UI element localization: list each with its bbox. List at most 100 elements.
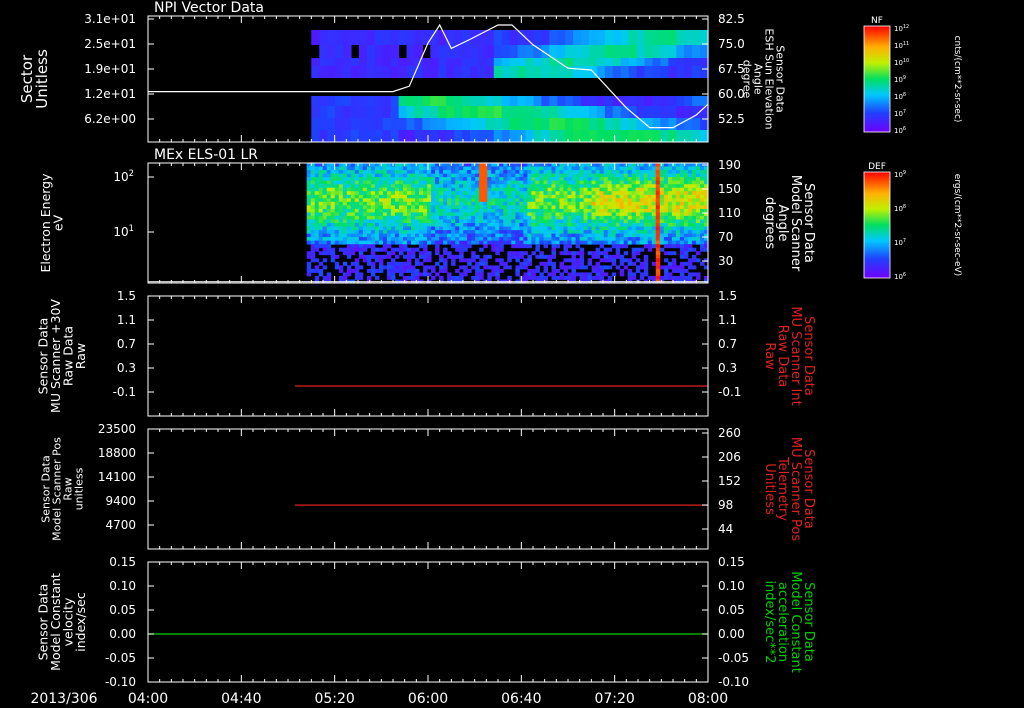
- heat-cell: [687, 244, 693, 249]
- heat-cell: [435, 240, 440, 245]
- heat-cell: [559, 163, 564, 167]
- heat-cell: [310, 215, 316, 220]
- heat-cell: [543, 275, 548, 280]
- heat-cell: [471, 233, 476, 238]
- heat-cell: [322, 226, 328, 231]
- heat-cell: [334, 173, 340, 178]
- heat-cell: [422, 96, 431, 106]
- heat-cell: [403, 184, 408, 189]
- heat-cell: [370, 223, 376, 227]
- heat-cell: [362, 247, 368, 252]
- heat-cell: [583, 180, 589, 185]
- heat-cell: [623, 208, 629, 213]
- heat-cell: [419, 223, 424, 227]
- heat-cell: [519, 212, 524, 217]
- heat-cell: [575, 244, 581, 249]
- heat-cell: [386, 261, 392, 266]
- heat-cell: [483, 166, 488, 171]
- heat-cell: [485, 58, 495, 66]
- heat-cell: [619, 237, 625, 242]
- heat-cell: [338, 265, 344, 270]
- heat-cell: [326, 244, 332, 249]
- heat-cell: [451, 166, 456, 171]
- heat-cell: [679, 268, 685, 273]
- heat-cell: [571, 191, 576, 196]
- heat-cell: [583, 215, 589, 220]
- heat-cell: [587, 272, 593, 277]
- heat-cell: [679, 163, 685, 167]
- heat-cell: [503, 201, 508, 206]
- heat-cell: [607, 212, 613, 217]
- heat-cell: [423, 208, 428, 213]
- heat-cell: [675, 198, 681, 203]
- heat-cell: [627, 177, 633, 182]
- heat-cell: [607, 191, 613, 196]
- heat-cell: [527, 208, 532, 213]
- heat-cell: [607, 223, 613, 227]
- heat-cell: [567, 166, 572, 171]
- heat-cell: [691, 208, 697, 213]
- heat-cell: [559, 201, 564, 206]
- heat-cell: [459, 201, 464, 206]
- heat-cell: [334, 237, 340, 242]
- heat-cell: [310, 177, 316, 182]
- heat-cell: [651, 184, 657, 189]
- heat-cell: [358, 233, 364, 238]
- heat-cell: [551, 230, 556, 235]
- heat-cell: [386, 219, 392, 224]
- heat-cell: [595, 272, 601, 277]
- heat-cell: [655, 187, 661, 192]
- heat-cell: [691, 163, 697, 167]
- heat-cell: [483, 223, 488, 227]
- heat-cell: [507, 180, 512, 185]
- heat-cell: [620, 130, 630, 142]
- heat-cell: [581, 45, 590, 58]
- heat-cell: [374, 66, 384, 78]
- heat-cell: [483, 261, 488, 266]
- heat-cell: [507, 191, 512, 196]
- heat-cell: [327, 58, 336, 66]
- heat-cell: [563, 275, 568, 280]
- heat-cell: [314, 173, 320, 178]
- heat-cell: [370, 212, 376, 217]
- heat-cell: [515, 265, 520, 270]
- heat-cell: [511, 201, 516, 206]
- heat-cell: [443, 191, 448, 196]
- heat-cell: [338, 237, 344, 242]
- heat-cell: [467, 223, 472, 227]
- panel-frame-4: [147, 561, 709, 683]
- heat-cell: [571, 187, 576, 192]
- heat-cell: [515, 219, 520, 224]
- heat-cell: [395, 208, 400, 213]
- heat-cell: [692, 30, 701, 45]
- heat-cell: [623, 166, 629, 171]
- heat-cell: [475, 237, 480, 242]
- heat-cell: [395, 219, 400, 224]
- heat-cell: [623, 233, 629, 238]
- heat-cell: [575, 261, 581, 266]
- heat-cell: [326, 215, 332, 220]
- heat-cell: [438, 58, 447, 66]
- heat-cell: [395, 184, 400, 189]
- heat-cell: [335, 118, 344, 130]
- heat-cell: [700, 208, 705, 213]
- heat-cell: [362, 233, 368, 238]
- heat-cell: [655, 247, 661, 252]
- heat-cell: [306, 219, 312, 224]
- heat-cell: [575, 233, 581, 238]
- heat-cell: [659, 215, 665, 220]
- heat-cell: [346, 223, 352, 227]
- heat-cell: [386, 170, 392, 175]
- heat-cell: [330, 173, 336, 178]
- heat-cell: [306, 268, 312, 273]
- heat-cell: [587, 166, 593, 171]
- heat-cell: [696, 240, 701, 245]
- heat-cell: [374, 177, 380, 182]
- heat-cell: [635, 170, 641, 175]
- heat-cell: [555, 191, 560, 196]
- heat-cell: [366, 180, 372, 185]
- heat-cell: [451, 215, 456, 220]
- colorbar-units-line: cnts/(cm**2-sr-sec): [952, 36, 962, 123]
- heat-cell: [407, 240, 412, 245]
- heat-cell: [399, 170, 404, 175]
